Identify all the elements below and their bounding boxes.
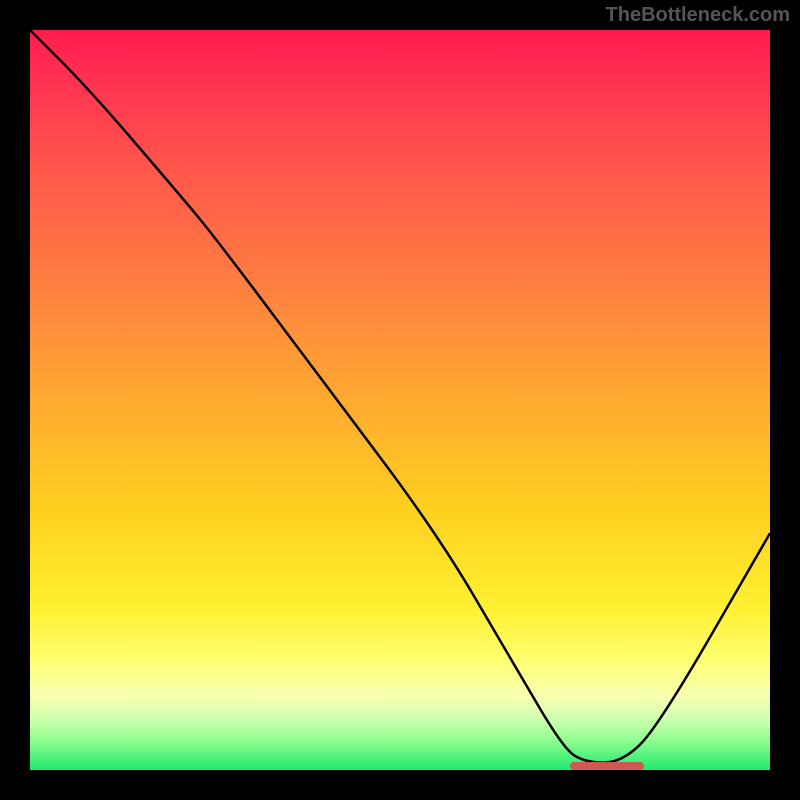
curve-path [30,30,770,763]
optimal-range-marker [570,762,644,770]
bottleneck-curve [30,30,770,770]
watermark-text: TheBottleneck.com [606,4,790,27]
chart-gradient-area [30,30,770,770]
